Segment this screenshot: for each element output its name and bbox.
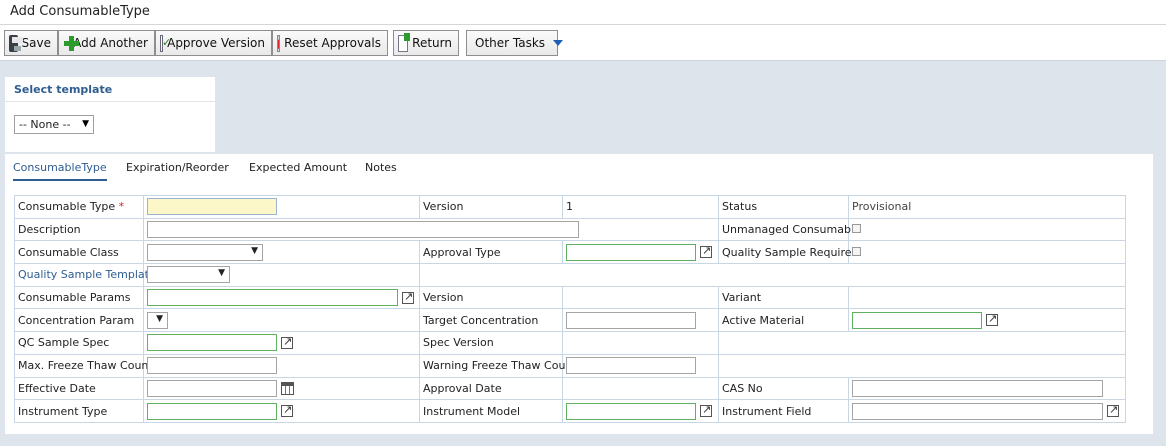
template-select[interactable]: -- None -- ▼ xyxy=(14,115,94,134)
active-material-label: Active Material xyxy=(718,308,849,333)
warning-freeze-thaw-label: Warning Freeze Thaw Count xyxy=(419,353,577,378)
open-lookup-icon[interactable] xyxy=(281,403,293,418)
consumable-params-label: Consumable Params xyxy=(14,285,144,310)
open-lookup-icon[interactable] xyxy=(402,290,414,304)
cas-no-input[interactable] xyxy=(852,379,1103,397)
variant-value xyxy=(848,285,1126,310)
instrument-model-label: Instrument Model xyxy=(419,399,563,423)
consumable-type-label: Consumable Type * xyxy=(14,195,144,219)
instrument-field-input[interactable] xyxy=(852,402,1103,420)
qc-sample-spec-label: QC Sample Spec xyxy=(14,331,144,355)
tab-notes[interactable]: Notes xyxy=(365,161,397,179)
quality-sample-required-label: Quality Sample Required xyxy=(718,240,859,265)
approve-icon xyxy=(160,34,172,52)
approval-type-input[interactable] xyxy=(566,243,696,261)
unmanaged-consumable-label: Unmanaged Consumable xyxy=(718,217,861,242)
dropdown-arrow-icon: ▼ xyxy=(218,268,225,279)
description-label: Description xyxy=(14,217,144,242)
empty-cell xyxy=(419,263,1126,287)
consumable-params-input[interactable] xyxy=(147,289,398,307)
dropdown-arrow-icon: ▼ xyxy=(251,245,258,256)
version-value: 1 xyxy=(562,195,719,219)
empty-cell xyxy=(718,353,1126,378)
add-another-button[interactable]: Add Another xyxy=(58,30,155,56)
add-another-label: Add Another xyxy=(73,36,148,50)
template-panel: Select template -- None -- ▼ xyxy=(5,77,215,152)
spec-version-label: Spec Version xyxy=(419,331,563,355)
reset-approvals-label: Reset Approvals xyxy=(284,36,381,50)
effective-date-label: Effective Date xyxy=(14,376,144,401)
max-freeze-thaw-label: Max. Freeze Thaw Count xyxy=(14,353,153,378)
qc-sample-spec-input[interactable] xyxy=(147,334,277,352)
tab-expiration-reorder[interactable]: Expiration/Reorder xyxy=(126,161,229,179)
target-concentration-label: Target Concentration xyxy=(419,308,563,333)
params-version-value xyxy=(562,285,719,310)
description-input[interactable] xyxy=(147,221,579,239)
consumable-class-select[interactable]: ▼ xyxy=(147,243,263,261)
calendar-icon[interactable] xyxy=(281,381,294,395)
template-select-value: -- None -- xyxy=(19,118,71,131)
approve-version-label: Approve Version xyxy=(167,36,265,50)
open-lookup-icon[interactable] xyxy=(1107,403,1119,418)
effective-date-input[interactable] xyxy=(147,379,277,397)
approve-version-button[interactable]: Approve Version xyxy=(155,30,272,56)
title-bar: Add ConsumableType xyxy=(0,0,1166,25)
save-icon xyxy=(9,34,23,52)
empty-cell xyxy=(718,331,1126,355)
quality-sample-template-link[interactable]: Quality Sample Template xyxy=(14,263,156,287)
version-label: Version xyxy=(419,195,563,219)
status-label: Status xyxy=(718,195,849,219)
target-concentration-input[interactable] xyxy=(566,311,696,329)
quality-sample-template-select[interactable]: ▼ xyxy=(147,266,230,284)
main-panel: ConsumableType Expiration/Reorder Expect… xyxy=(5,154,1153,434)
params-version-label: Version xyxy=(419,285,563,310)
save-button[interactable]: Save xyxy=(4,30,58,56)
open-lookup-icon[interactable] xyxy=(986,312,998,327)
concentration-param-select[interactable]: ▼ xyxy=(147,311,168,329)
return-button[interactable]: Return xyxy=(393,30,459,56)
instrument-field-label: Instrument Field xyxy=(718,399,849,423)
other-tasks-button[interactable]: Other Tasks xyxy=(466,30,564,56)
cas-no-label: CAS No xyxy=(718,376,849,401)
warning-freeze-thaw-input[interactable] xyxy=(566,357,696,375)
required-marker: * xyxy=(118,200,125,214)
plus-icon xyxy=(63,35,80,52)
consumable-class-label: Consumable Class xyxy=(14,240,144,265)
concentration-param-label: Concentration Param xyxy=(14,308,144,333)
approval-date-value xyxy=(562,376,719,401)
other-tasks-label: Other Tasks xyxy=(475,36,546,50)
return-label: Return xyxy=(412,36,452,50)
open-lookup-icon[interactable] xyxy=(281,335,293,349)
tab-expected-amount[interactable]: Expected Amount xyxy=(249,161,347,179)
open-lookup-icon[interactable] xyxy=(700,403,712,418)
template-header: Select template xyxy=(5,77,215,102)
tab-consumabletype[interactable]: ConsumableType xyxy=(13,161,107,181)
dropdown-arrow-icon: ▼ xyxy=(82,119,89,129)
instrument-type-label: Instrument Type xyxy=(14,399,144,423)
consumable-type-input[interactable] xyxy=(147,198,277,216)
active-material-input[interactable] xyxy=(852,311,982,329)
approval-date-label: Approval Date xyxy=(419,376,563,401)
toolbar: Save Add Another Approve Version Reset A… xyxy=(0,25,1166,61)
open-lookup-icon[interactable] xyxy=(700,244,712,259)
consumable-type-form: Consumable Type * Version 1 Status Provi… xyxy=(14,195,1126,423)
variant-label: Variant xyxy=(718,285,849,310)
reset-icon xyxy=(277,34,281,52)
caret-down-icon xyxy=(553,40,564,46)
quality-sample-required-checkbox[interactable] xyxy=(852,246,861,256)
approval-type-label: Approval Type xyxy=(419,240,563,265)
instrument-model-input[interactable] xyxy=(566,402,696,420)
unmanaged-consumable-checkbox[interactable] xyxy=(852,224,861,234)
save-label: Save xyxy=(21,36,51,50)
spec-version-value xyxy=(562,331,719,355)
status-value: Provisional xyxy=(848,195,1126,219)
page-title: Add ConsumableType xyxy=(10,4,150,19)
instrument-type-input[interactable] xyxy=(147,402,277,420)
return-icon xyxy=(398,32,411,52)
tab-bar: ConsumableType Expiration/Reorder Expect… xyxy=(5,154,1153,184)
dropdown-arrow-icon: ▼ xyxy=(156,313,163,324)
reset-approvals-button[interactable]: Reset Approvals xyxy=(272,30,388,56)
max-freeze-thaw-input[interactable] xyxy=(147,357,277,375)
